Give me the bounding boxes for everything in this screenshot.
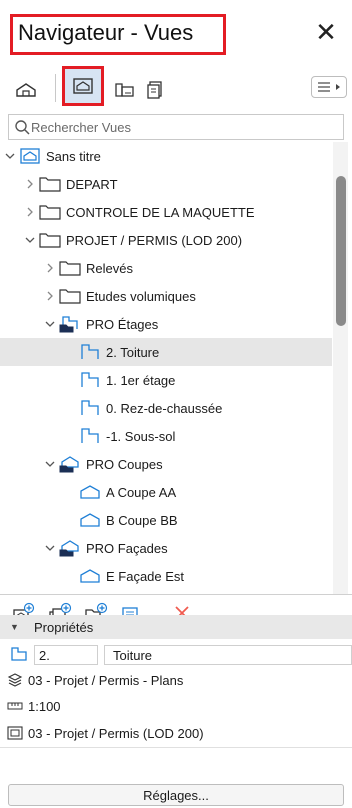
tree-item[interactable]: PRO Coupes [0, 450, 332, 478]
elevation-folder-icon [58, 538, 82, 558]
story-view-icon [78, 398, 102, 418]
folder-icon [38, 174, 62, 194]
folder-icon [58, 258, 82, 278]
tree-item[interactable]: DEPART [0, 170, 332, 198]
tree-item-label: PRO Façades [86, 540, 168, 556]
folder-icon [38, 202, 62, 222]
chevron-right-icon[interactable] [44, 282, 56, 310]
tree-item-label: PRO Coupes [86, 456, 163, 472]
properties-title: Propriétés [34, 619, 94, 635]
tree-item[interactable]: PRO Façades [0, 534, 332, 562]
chevron-down-icon[interactable] [44, 534, 56, 562]
project-map-icon[interactable] [10, 74, 42, 106]
tree-item-label: 1. 1er étage [106, 372, 176, 388]
properties-id-row: 2. Toiture [0, 643, 352, 667]
view-map-icon[interactable] [67, 70, 99, 102]
tree-item[interactable]: Etudes volumiques [0, 282, 332, 310]
tree-item[interactable]: 1. 1er étage [0, 366, 332, 394]
tree-item[interactable]: Relevés [0, 254, 332, 282]
close-icon[interactable]: ✕ [312, 18, 340, 46]
model-view-row[interactable]: 03 - Projet / Permis (LOD 200) [0, 721, 352, 745]
story-view-icon [78, 342, 102, 362]
layout-book-icon[interactable] [108, 74, 140, 106]
section-folder-icon [58, 454, 82, 474]
folder-icon [58, 286, 82, 306]
search-icon [15, 120, 30, 135]
divider [0, 747, 352, 748]
scale-row[interactable]: 1:100 [0, 694, 352, 718]
view-name-value: Toiture [113, 647, 153, 663]
window-title: Navigateur - Vues [18, 20, 194, 45]
view-id-field[interactable]: 2. [34, 645, 98, 665]
elevation-view-icon [78, 566, 102, 586]
chevron-down-icon[interactable] [4, 142, 16, 170]
story-view-small-icon [10, 646, 30, 665]
chevron-down-icon[interactable] [24, 226, 36, 254]
search-box [8, 114, 344, 140]
tree-item-label: Sans titre [46, 148, 101, 164]
tree-item[interactable]: PROJET / PERMIS (LOD 200) [0, 226, 332, 254]
scale-icon [4, 701, 26, 711]
tree-item-label: Etudes volumiques [86, 288, 196, 304]
tree-item-label: E Façade Est [106, 568, 185, 584]
collapse-triangle-icon: ▼ [10, 622, 19, 632]
tree-item[interactable]: CONTROLE DE LA MAQUETTE [0, 198, 332, 226]
chevron-down-icon[interactable] [44, 310, 56, 338]
options-menu-icon[interactable] [311, 76, 347, 98]
layer-combination-row[interactable]: 03 - Projet / Permis - Plans [0, 668, 352, 692]
scale-value: 1:100 [28, 698, 61, 714]
tree-item[interactable]: PRO Étages [0, 310, 332, 338]
tree-item-label: 0. Rez-de-chaussée [106, 400, 223, 416]
tree-item-label: DEPART [66, 176, 118, 192]
chevron-down-icon[interactable] [44, 450, 56, 478]
tree-item-label: PROJET / PERMIS (LOD 200) [66, 232, 243, 248]
scrollbar-thumb[interactable] [336, 176, 346, 326]
tree-item-label: PRO Étages [86, 316, 159, 332]
chevron-right-icon[interactable] [44, 254, 56, 282]
tree-item[interactable]: Sans titre [0, 142, 332, 170]
section-view-icon [78, 510, 102, 530]
model-view-icon [4, 726, 26, 740]
story-folder-icon [58, 314, 82, 334]
tree-item[interactable]: B Coupe BB [0, 506, 332, 534]
model-view-value: 03 - Projet / Permis (LOD 200) [28, 725, 204, 741]
divider [0, 594, 352, 595]
tree-item-label: A Coupe AA [106, 484, 177, 500]
tree-item[interactable]: -1. Sous-sol [0, 422, 332, 450]
chevron-right-icon[interactable] [24, 198, 36, 226]
tree-item[interactable]: 2. Toiture [0, 338, 332, 366]
settings-button[interactable]: Réglages... [8, 784, 344, 806]
story-view-icon [78, 370, 102, 390]
search-input[interactable] [31, 117, 331, 137]
tree-item[interactable]: A Coupe AA [0, 478, 332, 506]
tree-item-label: Relevés [86, 260, 133, 276]
tree-item-label: CONTROLE DE LA MAQUETTE [66, 204, 255, 220]
view-id-value: 2. [39, 647, 50, 663]
publisher-sets-icon[interactable] [139, 74, 171, 106]
view-root-icon [18, 146, 42, 166]
properties-header[interactable]: ▼ Propriétés [0, 615, 352, 639]
tree-item-label: B Coupe BB [106, 512, 178, 528]
view-tree: Sans titre DEPART CONTROLE DE LA MAQUETTE P… [0, 142, 352, 592]
toolbar-separator [55, 74, 56, 102]
section-view-icon [78, 482, 102, 502]
tree-item[interactable]: 0. Rez-de-chaussée [0, 394, 332, 422]
tree-item-label: -1. Sous-sol [106, 428, 176, 444]
story-view-icon [78, 426, 102, 446]
folder-icon [38, 230, 62, 250]
tree-item[interactable]: E Façade Est [0, 562, 332, 590]
chevron-right-icon[interactable] [24, 170, 36, 198]
view-name-field[interactable]: Toiture [104, 645, 352, 665]
tree-item-label: 2. Toiture [106, 344, 160, 360]
layers-icon [4, 673, 26, 687]
layer-combination-value: 03 - Projet / Permis - Plans [28, 672, 184, 688]
